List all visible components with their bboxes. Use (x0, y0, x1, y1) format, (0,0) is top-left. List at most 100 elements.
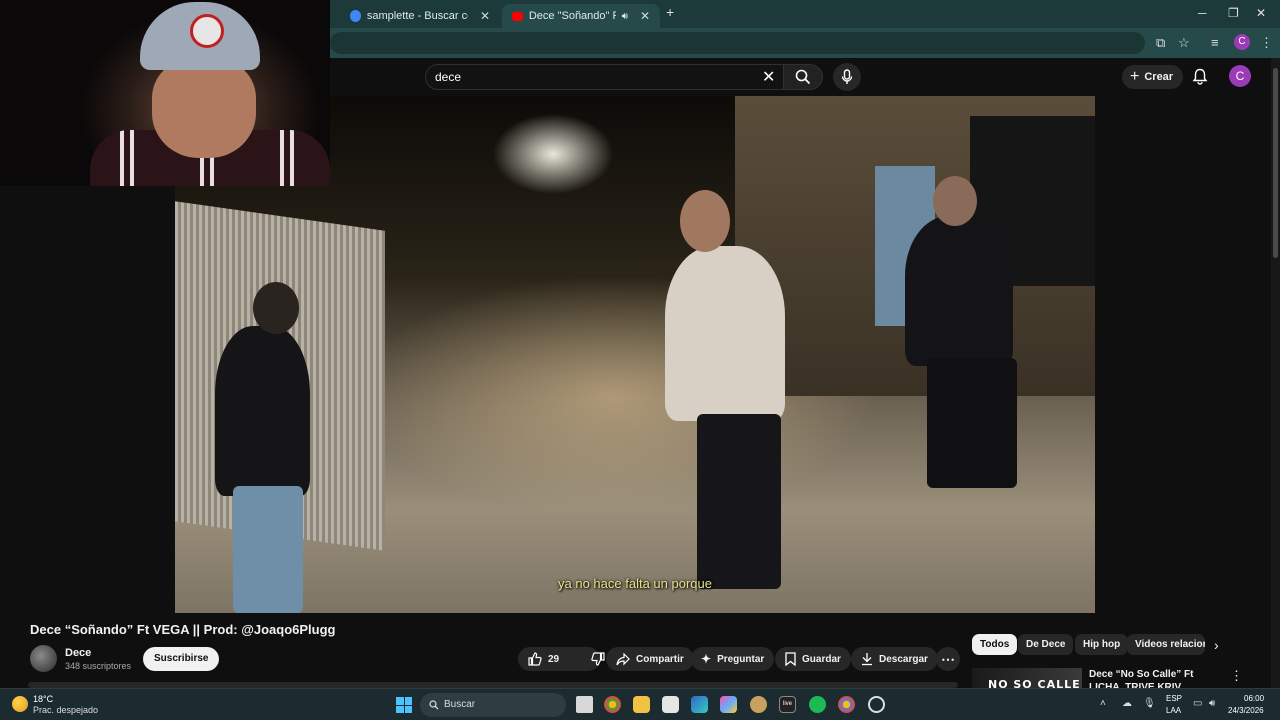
voice-search-button[interactable] (833, 63, 861, 91)
live-app-icon[interactable]: live (779, 696, 796, 713)
create-button[interactable]: + Crear (1122, 65, 1184, 89)
minimize-button[interactable]: ─ (1198, 6, 1207, 20)
download-button[interactable]: Descargar (851, 647, 938, 671)
person-left (215, 326, 310, 496)
person-left-head (253, 282, 299, 334)
share-label: Compartir (636, 653, 684, 665)
person-right-pants (927, 358, 1017, 488)
like-dislike-group: 29 (518, 647, 605, 671)
thumbs-down-icon (591, 652, 605, 666)
windows-taskbar: 18°C Prac. despejado Buscar live ˄ ☁ 🎙︎ … (0, 688, 1280, 720)
download-label: Descargar (879, 653, 928, 665)
thumbnail-text: NO SO CALLE (988, 678, 1081, 688)
plus-icon: + (1130, 68, 1140, 85)
bookmark-star-icon[interactable]: ☆ (1178, 35, 1190, 51)
search-icon (795, 69, 811, 85)
subscriber-count: 348 suscriptores (65, 661, 132, 671)
sparkle-icon: ✦ (701, 652, 712, 666)
person-right (905, 216, 1013, 366)
weather-description[interactable]: Prac. despejado (33, 705, 98, 715)
cloud-icon[interactable]: ☁ (1122, 698, 1132, 709)
chip-hip-hop[interactable]: Hip hop (1075, 634, 1129, 655)
chrome-icon[interactable] (838, 696, 855, 713)
person-center-head (680, 190, 730, 252)
share-button[interactable]: Compartir (606, 647, 694, 671)
copilot-icon[interactable] (720, 696, 737, 713)
chip-de-dece[interactable]: De Dece (1018, 634, 1074, 655)
person-center-pants (697, 414, 781, 589)
webcam-overlay (0, 0, 330, 186)
subscribe-button[interactable]: Suscribirse (143, 647, 220, 671)
taskbar-search-box[interactable]: Buscar (420, 693, 566, 717)
chip-todos[interactable]: Todos (972, 634, 1018, 655)
tab-youtube-video[interactable]: Dece "Soñando" Ft VEGA || 🔊︎ ✕ (502, 4, 660, 28)
more-actions-button[interactable]: ⋯ (936, 647, 960, 671)
chip-videos-relacionados[interactable]: Videos relacionados (1127, 634, 1205, 655)
tab-close-icon[interactable]: ✕ (480, 9, 490, 23)
edge-icon[interactable] (691, 696, 708, 713)
obs-icon[interactable] (868, 696, 885, 713)
windows-start-icon[interactable] (396, 697, 412, 713)
clock-time[interactable]: 06:00 (1244, 694, 1264, 703)
save-button[interactable]: Guardar (775, 647, 851, 671)
search-input[interactable]: dece (425, 64, 785, 90)
tab-label: samplette - Buscar con Google (366, 10, 468, 22)
search-icon (429, 700, 439, 710)
notifications-bell-icon[interactable] (1192, 68, 1208, 85)
maximize-button[interactable]: ❐ (1228, 6, 1239, 20)
search-button[interactable] (783, 64, 823, 90)
like-button[interactable]: 29 (518, 647, 569, 671)
channel-avatar[interactable] (30, 645, 57, 672)
file-explorer-icon[interactable] (633, 696, 650, 713)
like-count: 29 (548, 653, 560, 665)
speaker-icon[interactable]: 🔊︎ (622, 11, 628, 22)
video-title: Dece “Soñando” Ft VEGA || Prod: @Joaqo6P… (30, 622, 336, 637)
weather-temperature[interactable]: 18°C (33, 694, 53, 704)
game-launcher-icon[interactable] (750, 696, 767, 713)
clock-date[interactable]: 24/3/2026 (1228, 706, 1264, 715)
person-right-head (933, 176, 977, 226)
chrome-profile-icon[interactable] (604, 696, 621, 713)
tab-google-search[interactable]: samplette - Buscar con Google ✕ (340, 4, 500, 28)
microsoft-store-icon[interactable] (662, 696, 679, 713)
person-left-jeans (233, 486, 303, 613)
account-avatar[interactable]: C (1229, 65, 1251, 87)
person-center-shirt (665, 246, 785, 421)
reading-list-icon[interactable]: ≡ (1211, 35, 1219, 50)
keyboard-language[interactable]: ESP (1166, 694, 1182, 703)
microphone-icon (841, 69, 853, 84)
task-view-icon[interactable] (576, 696, 593, 713)
webcam-face (152, 58, 256, 158)
install-app-icon[interactable]: ⧉ (1156, 35, 1165, 51)
microphone-tray-icon[interactable]: 🎙︎ (1143, 698, 1156, 709)
taskbar-search-placeholder: Buscar (444, 699, 476, 710)
create-label: Crear (1144, 71, 1174, 83)
recommended-video-title[interactable]: Dece “No So Calle” Ft LICHA, TRIVE KRIV,… (1089, 668, 1219, 688)
share-arrow-icon (616, 652, 630, 665)
keyboard-layout[interactable]: LAA (1166, 706, 1181, 715)
scrollbar-thumb[interactable] (1273, 68, 1278, 258)
browser-profile-avatar[interactable]: C (1234, 34, 1250, 50)
google-favicon-icon (350, 10, 361, 22)
close-window-button[interactable]: ✕ (1256, 6, 1266, 20)
display-icon[interactable]: ▭ (1193, 698, 1202, 709)
chips-next-chevron-icon[interactable]: › (1214, 637, 1219, 653)
browser-menu-icon[interactable]: ⋮ (1260, 35, 1273, 51)
tray-overflow-chevron-icon[interactable]: ˄ (1100, 698, 1106, 709)
channel-name[interactable]: Dece (65, 647, 91, 659)
new-tab-button[interactable]: + (666, 4, 674, 20)
volume-icon[interactable]: 🔊︎ (1209, 698, 1215, 709)
youtube-favicon-icon (512, 11, 523, 21)
tab-label: Dece "Soñando" Ft VEGA || (528, 10, 616, 22)
address-bar[interactable] (330, 32, 1145, 54)
recommended-menu-icon[interactable]: ⋮ (1230, 668, 1243, 684)
video-subtitle: ya no hace falta un porque (558, 576, 712, 591)
recommended-video-thumbnail[interactable]: NO SO CALLE (972, 668, 1082, 688)
ask-label: Preguntar (717, 653, 765, 665)
weather-sun-icon[interactable] (12, 696, 28, 712)
clear-search-icon[interactable]: ✕ (762, 67, 775, 87)
spotify-icon[interactable] (809, 696, 826, 713)
tab-close-icon[interactable]: ✕ (640, 9, 650, 23)
ask-button[interactable]: ✦ Preguntar (691, 647, 775, 671)
thumbs-up-icon (528, 652, 542, 666)
